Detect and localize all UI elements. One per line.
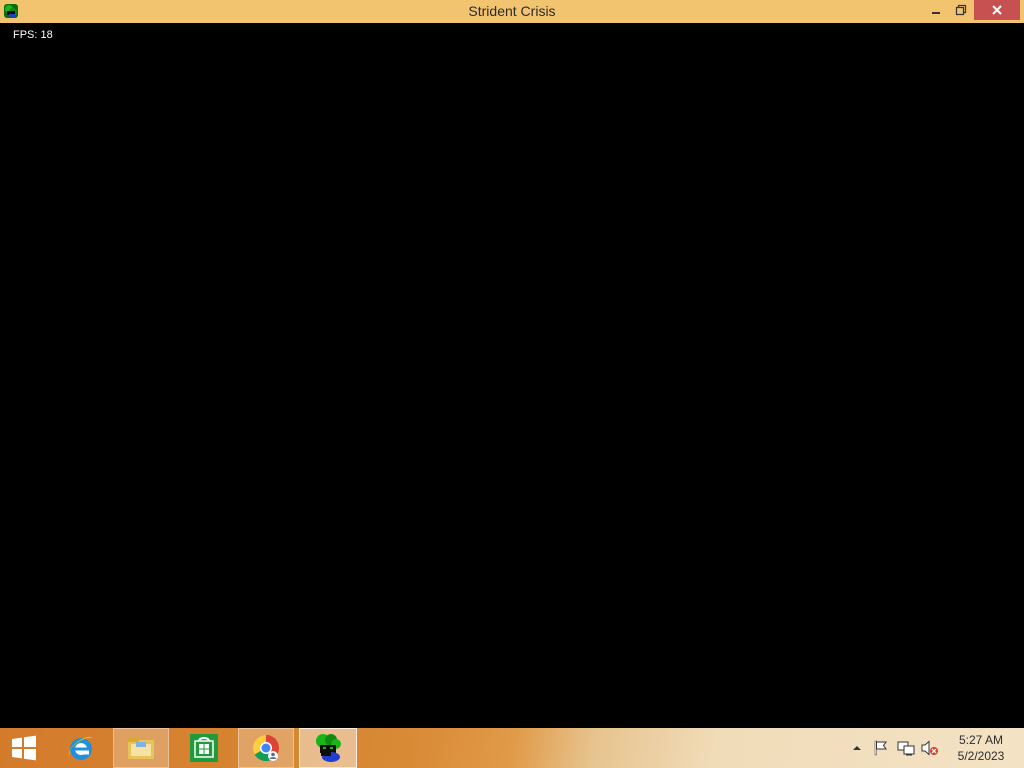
file-explorer-icon xyxy=(128,737,154,759)
network-button[interactable] xyxy=(896,728,916,768)
fps-label: FPS: xyxy=(13,29,38,41)
internet-explorer-icon xyxy=(68,736,93,760)
clock-date: 5/2/2023 xyxy=(957,749,1005,763)
fps-value: 18 xyxy=(40,29,53,41)
taskbar-item-strident-crisis[interactable] xyxy=(299,728,357,768)
strident-crisis-icon xyxy=(316,734,341,762)
minimize-button[interactable] xyxy=(924,0,948,20)
window-title: Strident Crisis xyxy=(468,3,556,19)
game-canvas[interactable]: FPS: 18 xyxy=(0,23,1024,728)
chrome-icon xyxy=(252,734,279,762)
clock-time: 5:27 AM xyxy=(958,733,1004,747)
taskbar-item-store[interactable] xyxy=(176,728,232,768)
title-bar[interactable]: Strident Crisis xyxy=(0,0,1024,23)
game-window: Strident Crisis FPS: 18 xyxy=(0,0,1024,728)
close-button[interactable] xyxy=(974,0,1020,20)
restore-button[interactable] xyxy=(949,0,973,20)
action-center-button[interactable] xyxy=(872,728,890,768)
chevron-up-icon xyxy=(853,746,861,750)
start-button[interactable] xyxy=(0,728,48,768)
minimize-icon xyxy=(932,12,940,14)
store-icon xyxy=(190,734,218,762)
flag-icon xyxy=(874,740,887,756)
show-hidden-icons-button[interactable] xyxy=(850,728,864,768)
restore-icon xyxy=(955,4,967,16)
close-icon xyxy=(992,5,1002,15)
taskbar: 5:27 AM 5/2/2023 xyxy=(0,728,1024,768)
volume-button[interactable] xyxy=(920,728,940,768)
taskbar-item-file-explorer[interactable] xyxy=(113,728,169,768)
system-clock[interactable]: 5:27 AM 5/2/2023 xyxy=(950,732,1012,764)
fps-counter: FPS: 18 xyxy=(13,29,53,41)
windows-start-icon xyxy=(12,735,36,761)
network-icon xyxy=(897,741,915,756)
taskbar-item-chrome[interactable] xyxy=(238,728,294,768)
taskbar-item-internet-explorer[interactable] xyxy=(53,728,109,768)
volume-muted-icon xyxy=(921,740,938,756)
